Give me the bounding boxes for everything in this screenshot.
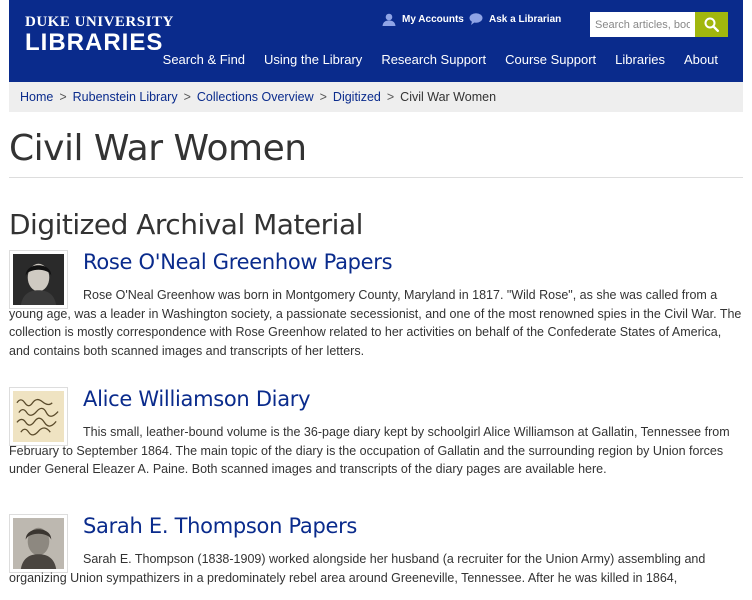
breadcrumb-separator: > bbox=[386, 90, 395, 104]
breadcrumb-rubenstein-library[interactable]: Rubenstein Library bbox=[73, 90, 178, 104]
item-title-link[interactable]: Alice Williamson Diary bbox=[83, 387, 311, 411]
breadcrumb-separator: > bbox=[59, 90, 67, 104]
page-title: Civil War Women bbox=[9, 128, 307, 169]
title-divider bbox=[9, 177, 743, 178]
section-heading: Digitized Archival Material bbox=[9, 208, 363, 241]
my-accounts-label: My Accounts bbox=[402, 13, 464, 25]
logo-line1: DUKE UNIVERSITY bbox=[25, 14, 174, 30]
nav-about[interactable]: About bbox=[684, 52, 718, 67]
breadcrumb-current: Civil War Women bbox=[400, 90, 497, 104]
ask-a-librarian-label: Ask a Librarian bbox=[489, 13, 562, 25]
item-description: Sarah E. Thompson (1838-1909) worked alo… bbox=[9, 552, 706, 585]
item-description: This small, leather-bound volume is the … bbox=[9, 425, 730, 476]
chat-bubble-icon bbox=[469, 13, 483, 25]
nav-course-support[interactable]: Course Support bbox=[505, 52, 596, 67]
my-accounts-link[interactable]: My Accounts bbox=[382, 11, 464, 27]
nav-using-the-library[interactable]: Using the Library bbox=[264, 52, 362, 67]
nav-research-support[interactable]: Research Support bbox=[381, 52, 486, 67]
breadcrumb-separator: > bbox=[319, 90, 327, 104]
item-description: Rose O'Neal Greenhow was born in Montgom… bbox=[9, 288, 742, 358]
nav-search-find[interactable]: Search & Find bbox=[163, 52, 245, 67]
main-nav: Search & Find Using the Library Research… bbox=[144, 52, 718, 67]
user-icon bbox=[382, 13, 396, 26]
search-icon bbox=[704, 17, 719, 32]
breadcrumb-home[interactable]: Home bbox=[20, 90, 53, 104]
duke-libraries-logo[interactable]: DUKE UNIVERSITY LIBRARIES bbox=[25, 14, 174, 55]
site-header: DUKE UNIVERSITY LIBRARIES My Accounts As… bbox=[9, 0, 743, 82]
item-title-link[interactable]: Rose O'Neal Greenhow Papers bbox=[83, 250, 393, 274]
search-button[interactable] bbox=[695, 12, 728, 37]
item-title-link[interactable]: Sarah E. Thompson Papers bbox=[83, 514, 357, 538]
search-input[interactable] bbox=[590, 12, 695, 37]
ask-a-librarian-link[interactable]: Ask a Librarian bbox=[469, 11, 561, 27]
breadcrumb-separator: > bbox=[183, 90, 191, 104]
breadcrumb-digitized[interactable]: Digitized bbox=[333, 90, 381, 104]
breadcrumb: Home > Rubenstein Library > Collections … bbox=[9, 82, 743, 112]
nav-libraries[interactable]: Libraries bbox=[615, 52, 665, 67]
breadcrumb-collections-overview[interactable]: Collections Overview bbox=[197, 90, 314, 104]
